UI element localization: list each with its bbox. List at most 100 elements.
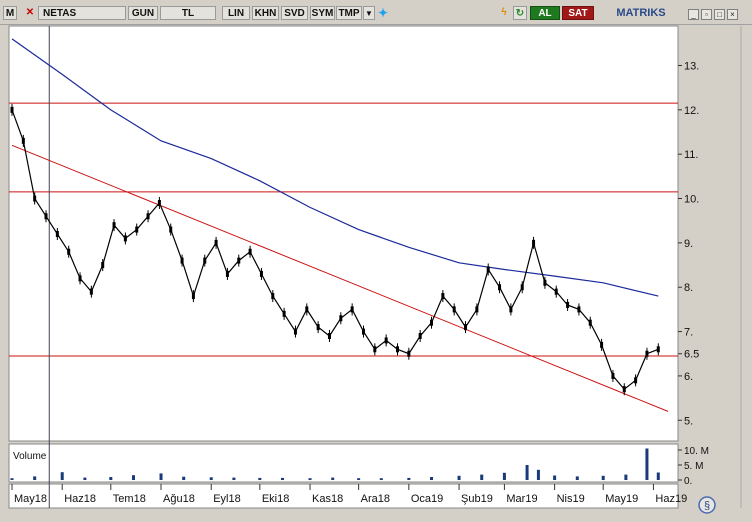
volume-bar-12 [308, 478, 312, 480]
price-candle-32 [373, 346, 377, 353]
time-tick-label-3: Ağu18 [163, 493, 195, 505]
time-tick-label-5: Eki18 [262, 493, 290, 505]
time-tick-label-8: Oca19 [411, 493, 443, 505]
price-candle-4 [55, 231, 59, 237]
time-tick-label-7: Ara18 [361, 493, 390, 505]
price-candle-1 [21, 137, 25, 144]
time-tick-label-10: Mar19 [506, 493, 537, 505]
price-tick-label-8: 6. [684, 371, 693, 383]
price-candle-19 [225, 270, 229, 277]
price-candle-27 [316, 324, 320, 331]
volume-bar-23 [553, 475, 557, 480]
price-candle-42 [486, 266, 490, 273]
volume-bar-11 [280, 477, 284, 480]
price-candle-56 [645, 350, 649, 357]
volume-bar-25 [601, 475, 605, 480]
price-candle-36 [418, 333, 422, 339]
price-candle-30 [350, 306, 354, 313]
chart-settings-glyph: § [704, 500, 710, 512]
volume-bar-13 [331, 477, 335, 480]
price-candle-51 [588, 319, 592, 326]
price-candle-0 [10, 106, 14, 113]
price-candle-5 [67, 248, 71, 255]
price-candle-54 [622, 386, 626, 393]
price-candle-55 [634, 377, 638, 384]
volume-bar-0 [10, 478, 14, 480]
price-candle-44 [509, 306, 513, 313]
price-tick-label-2: 11. [684, 149, 698, 161]
price-candle-49 [566, 301, 570, 308]
price-candle-38 [441, 293, 445, 300]
price-candle-52 [600, 341, 604, 348]
price-candle-46 [532, 239, 536, 246]
volume-bar-26 [624, 474, 628, 480]
volume-bar-22 [536, 469, 540, 480]
price-tick-label-5: 8. [684, 282, 693, 294]
price-tick-label-9: 5. [684, 415, 693, 427]
volume-bar-5 [131, 475, 135, 480]
price-candle-34 [396, 346, 400, 353]
price-candle-18 [214, 239, 218, 246]
price-candle-3 [44, 213, 48, 220]
time-tick-label-13: Haz19 [655, 493, 687, 505]
price-candle-20 [237, 257, 241, 264]
time-tick-label-2: Tem18 [113, 493, 146, 505]
volume-bar-2 [60, 472, 64, 480]
volume-bar-3 [83, 477, 87, 480]
price-candle-57 [656, 346, 660, 353]
price-plot-area [8, 25, 679, 442]
volume-bar-17 [430, 477, 434, 480]
price-candle-41 [475, 306, 479, 313]
price-candle-45 [520, 284, 524, 291]
price-candle-22 [259, 270, 263, 277]
volume-bar-14 [357, 478, 361, 480]
volume-tick-label-1: 5. M [684, 461, 703, 472]
volume-bar-7 [182, 476, 186, 480]
price-tick-label-6: 7. [684, 327, 693, 339]
price-candle-43 [498, 284, 502, 291]
volume-tick-label-0: 10. M [684, 446, 709, 457]
price-candle-29 [339, 315, 343, 322]
price-candle-16 [191, 293, 195, 300]
price-candle-14 [169, 226, 173, 233]
volume-plot-area [8, 443, 679, 483]
price-candle-47 [543, 279, 547, 286]
price-candle-11 [135, 226, 139, 233]
volume-bar-24 [575, 476, 579, 480]
price-candle-25 [293, 328, 297, 335]
price-tick-label-1: 12. [684, 105, 699, 117]
price-candle-39 [452, 306, 456, 313]
price-tick-label-0: 13. [684, 60, 699, 72]
price-candle-53 [611, 372, 615, 379]
price-candle-31 [361, 328, 365, 335]
time-tick-label-9: Şub19 [461, 493, 493, 505]
time-tick-label-12: May19 [605, 493, 638, 505]
volume-bar-6 [159, 473, 163, 480]
volume-bar-8 [209, 477, 213, 480]
volume-bar-1 [33, 476, 37, 480]
volume-bar-20 [502, 472, 506, 480]
volume-bar-21 [525, 465, 529, 480]
volume-bar-18 [457, 475, 461, 480]
volume-tick-label-2: 0. [684, 476, 692, 487]
price-candle-37 [430, 319, 434, 326]
price-candle-10 [123, 235, 127, 242]
volume-bar-4 [109, 477, 113, 480]
price-candle-48 [554, 288, 558, 295]
price-chart[interactable]: Volume 13. 12. 11. 10. 9. 8. 7. 6.5 6. 5. 10. M 5.… [0, 0, 752, 522]
price-candle-13 [157, 199, 161, 206]
price-candle-40 [464, 324, 468, 331]
time-tick-label-11: Nis19 [557, 493, 585, 505]
price-candle-8 [101, 262, 105, 269]
time-tick-label-1: Haz18 [64, 493, 96, 505]
price-candle-23 [271, 293, 275, 300]
price-candle-21 [248, 248, 252, 255]
price-candle-6 [78, 275, 82, 282]
price-tick-label-4: 9. [684, 238, 693, 250]
volume-bar-19 [480, 474, 484, 480]
price-tick-label-3: 10. [684, 194, 699, 206]
volume-bar-15 [379, 478, 383, 480]
time-tick-label-4: Eyl18 [213, 493, 241, 505]
price-candle-9 [112, 222, 116, 229]
volume-bar-27 [645, 448, 649, 480]
